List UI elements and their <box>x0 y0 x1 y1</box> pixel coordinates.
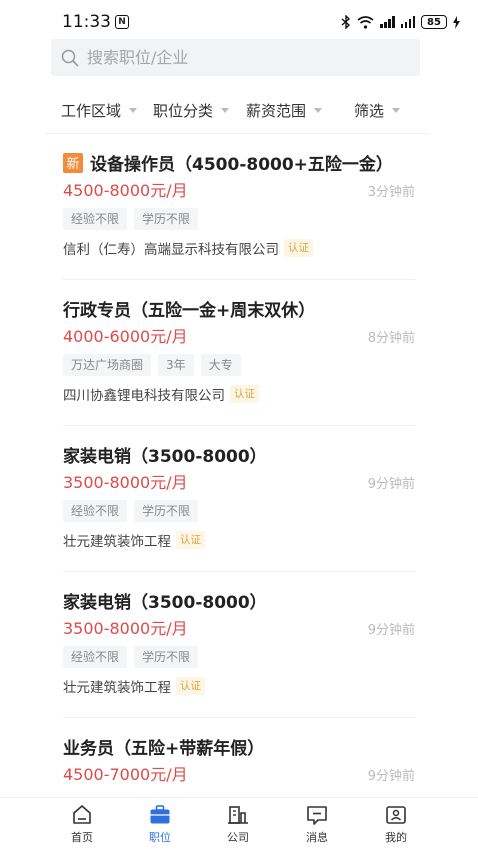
building-icon <box>228 806 248 824</box>
nfc-icon: N <box>115 15 129 29</box>
job-title: 设备操作员（4500-8000+五险一金） <box>90 155 393 175</box>
company-row: 壮元建筑装饰工程 认证 <box>63 676 205 696</box>
status-time: 11:33 <box>62 12 111 32</box>
job-card[interactable]: 行政专员（五险一金+周末双休） 4000-6000元/月 8分钟前 万达广场商圈… <box>45 280 430 426</box>
job-card[interactable]: 家装电销（3500-8000） 3500-8000元/月 9分钟前 经验不限 学… <box>45 572 430 718</box>
nav-messages[interactable]: 消息 <box>278 798 356 845</box>
cert-badge: 认证 <box>284 239 313 257</box>
nav-label: 我的 <box>385 831 407 844</box>
job-title: 家装电销（3500-8000） <box>63 593 267 613</box>
caret-down-icon <box>221 107 230 113</box>
job-tag: 万达广场商圈 <box>63 354 152 376</box>
nav-jobs[interactable]: 职位 <box>121 798 199 845</box>
job-tag: 经验不限 <box>63 500 128 522</box>
job-salary: 3500-8000元/月 <box>63 473 188 492</box>
job-time: 3分钟前 <box>367 185 415 200</box>
nav-label: 公司 <box>227 831 249 844</box>
cert-badge: 认证 <box>176 677 205 695</box>
job-time: 8分钟前 <box>367 331 415 346</box>
company-name: 壮元建筑装饰工程 <box>63 534 171 550</box>
job-tag: 经验不限 <box>63 646 128 668</box>
company-name: 壮元建筑装饰工程 <box>63 680 171 696</box>
job-list[interactable]: 新 设备操作员（4500-8000+五险一金） 4500-8000元/月 3分钟… <box>0 134 478 797</box>
briefcase-icon <box>150 805 170 824</box>
new-badge: 新 <box>63 152 83 173</box>
nav-label: 首页 <box>71 831 93 844</box>
status-bar: 11:33 N 85 <box>0 0 478 44</box>
battery-icon: 85 <box>421 15 447 29</box>
nav-label: 消息 <box>306 831 328 844</box>
search-bar[interactable] <box>51 39 420 76</box>
home-icon <box>73 805 91 824</box>
job-title-row: 新 设备操作员（4500-8000+五险一金） <box>63 150 393 175</box>
filter-label: 职位分类 <box>153 101 214 120</box>
filter-label: 薪资范围 <box>246 101 307 120</box>
job-tags: 经验不限 学历不限 <box>63 208 199 230</box>
job-tags: 经验不限 学历不限 <box>63 646 199 668</box>
job-tag: 学历不限 <box>134 646 199 668</box>
job-time: 9分钟前 <box>367 477 415 492</box>
bluetooth-icon <box>341 15 351 29</box>
nav-label: 职位 <box>149 831 171 844</box>
company-row: 四川协鑫锂电科技有限公司 认证 <box>63 384 259 404</box>
nav-company[interactable]: 公司 <box>199 798 277 845</box>
signal-icon <box>380 16 395 28</box>
job-tag: 学历不限 <box>134 208 199 230</box>
job-tag: 3年 <box>158 354 194 376</box>
wifi-icon <box>357 15 374 29</box>
job-tag: 学历不限 <box>134 500 199 522</box>
job-salary: 4500-7000元/月 <box>63 765 188 784</box>
job-tags: 万达广场商圈 3年 大专 <box>63 354 241 376</box>
message-icon <box>307 806 327 825</box>
job-tags: 经验不限 学历不限 <box>63 500 199 522</box>
filter-salary-range[interactable]: 薪资范围 <box>246 100 323 121</box>
filter-label: 筛选 <box>354 101 385 120</box>
job-card[interactable]: 业务员（五险+带薪年假） 4500-7000元/月 9分钟前 <box>45 718 430 797</box>
caret-down-icon <box>129 107 138 113</box>
cert-badge: 认证 <box>230 385 259 403</box>
filter-bar: 工作区域 职位分类 薪资范围 筛选 <box>45 88 430 132</box>
search-input[interactable] <box>87 48 387 67</box>
filter-more[interactable]: 筛选 <box>354 100 401 121</box>
cert-badge: 认证 <box>176 531 205 549</box>
caret-down-icon <box>314 107 323 113</box>
job-title-row: 家装电销（3500-8000） <box>63 442 267 467</box>
job-title-row: 行政专员（五险一金+周末双休） <box>63 296 315 321</box>
job-salary: 4500-8000元/月 <box>63 181 188 200</box>
job-title: 家装电销（3500-8000） <box>63 447 267 467</box>
nav-home[interactable]: 首页 <box>43 798 121 845</box>
job-card[interactable]: 新 设备操作员（4500-8000+五险一金） 4500-8000元/月 3分钟… <box>45 134 430 280</box>
filter-job-category[interactable]: 职位分类 <box>153 100 230 121</box>
signal-icon-2 <box>400 16 415 28</box>
job-title: 业务员（五险+带薪年假） <box>63 739 265 759</box>
company-name: 四川协鑫锂电科技有限公司 <box>63 388 225 404</box>
job-tag: 经验不限 <box>63 208 128 230</box>
filter-work-area[interactable]: 工作区域 <box>61 100 138 121</box>
job-tag: 大专 <box>200 354 241 376</box>
status-icons: 85 <box>341 15 460 29</box>
job-title: 行政专员（五险一金+周末双休） <box>63 301 316 321</box>
profile-icon <box>386 806 406 824</box>
search-icon <box>61 49 79 66</box>
company-name: 信利（仁寿）高端显示科技有限公司 <box>63 242 279 258</box>
job-card[interactable]: 家装电销（3500-8000） 3500-8000元/月 9分钟前 经验不限 学… <box>45 426 430 572</box>
caret-down-icon <box>392 107 401 113</box>
job-title-row: 业务员（五险+带薪年假） <box>63 734 264 759</box>
bottom-nav: 首页 职位 公司 消息 我的 <box>0 797 478 850</box>
job-salary: 3500-8000元/月 <box>63 619 188 638</box>
company-row: 壮元建筑装饰工程 认证 <box>63 530 205 550</box>
nav-profile[interactable]: 我的 <box>357 798 435 845</box>
filter-label: 工作区域 <box>61 101 122 120</box>
charging-icon <box>453 15 460 29</box>
job-time: 9分钟前 <box>367 769 415 784</box>
company-row: 信利（仁寿）高端显示科技有限公司 认证 <box>63 238 313 258</box>
job-title-row: 家装电销（3500-8000） <box>63 588 267 613</box>
job-time: 9分钟前 <box>367 623 415 638</box>
job-salary: 4000-6000元/月 <box>63 327 188 346</box>
